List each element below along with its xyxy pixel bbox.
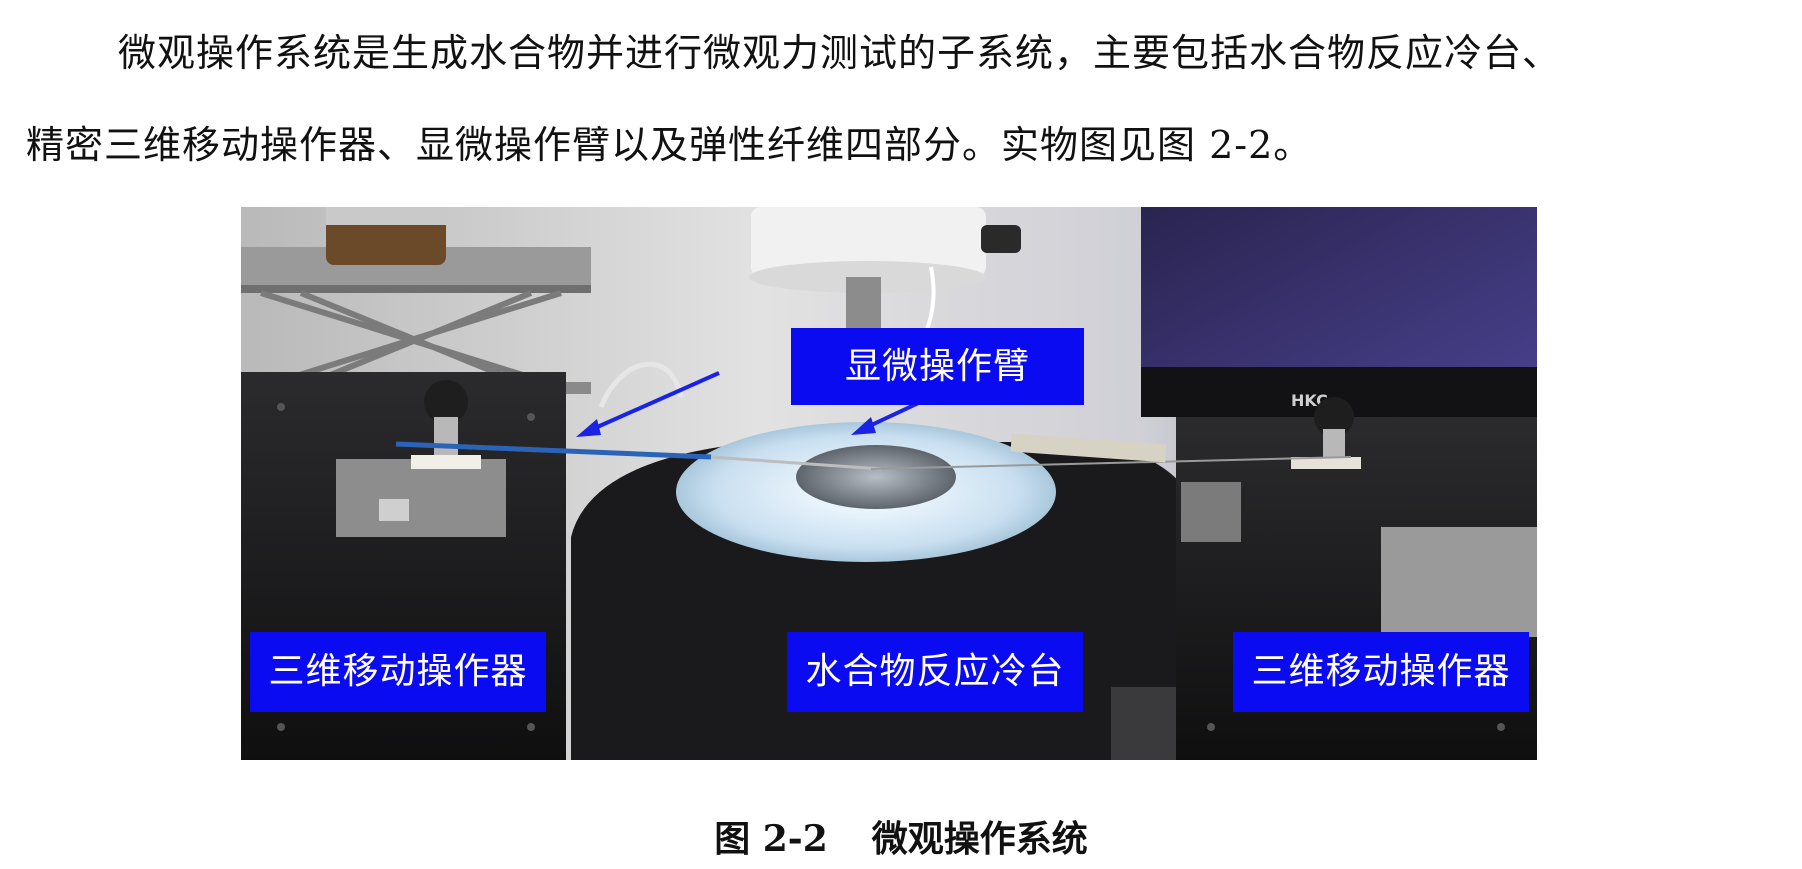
paragraph-line-2: 精密三维移动操作器、显微操作臂以及弹性纤维四部分。实物图见图 2-2。 — [26, 123, 1313, 167]
figure-caption-title: 微观操作系统 — [871, 818, 1088, 860]
label-cold-stage: 水合物反应冷台 — [787, 632, 1083, 712]
label-micro-arm: 显微操作臂 — [791, 328, 1084, 405]
label-left-manipulator: 三维移动操作器 — [250, 632, 546, 712]
label-right-manipulator: 三维移动操作器 — [1233, 632, 1529, 712]
cold-stage-window — [796, 445, 956, 509]
figure-caption: 图 2-2 微观操作系统 — [0, 817, 1802, 861]
figure-photo: HKC 显微操作臂 三维移动操作器 水合物反应冷台 三维移动操作器 — [241, 207, 1537, 760]
monitor: HKC — [1141, 207, 1537, 417]
paragraph-line-1: 微观操作系统是生成水合物并进行微观力测试的子系统，主要包括水合物反应冷台、 — [118, 31, 1562, 75]
figure-caption-number: 图 2-2 — [714, 818, 828, 860]
